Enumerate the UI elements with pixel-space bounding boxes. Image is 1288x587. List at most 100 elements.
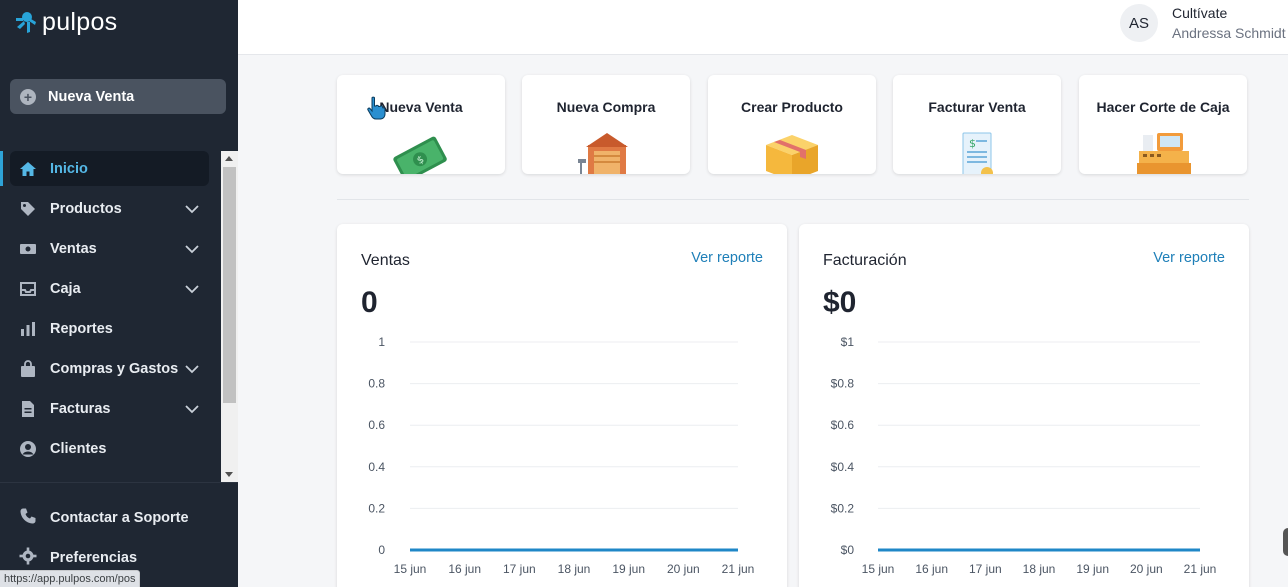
status-url: https://app.pulpos.com/pos xyxy=(0,570,141,587)
sidebar: pulpos + Nueva Venta Inicio Productos Ve… xyxy=(0,0,238,587)
quick-action-label: Nueva Compra xyxy=(556,99,656,115)
sidebar-item-productos[interactable]: Productos xyxy=(0,189,221,229)
sales-card: Ventas Ver reporte 0 0 0.2 0.4 0.6 0.8 1 15 ju… xyxy=(337,224,787,587)
sidebar-item-label: Productos xyxy=(50,201,122,217)
quick-action-invoice-sale[interactable]: Facturar Venta $ xyxy=(893,75,1061,174)
sidebar-item-label: Facturas xyxy=(50,401,111,417)
x-tick-label: 17 jun xyxy=(969,562,1002,576)
pulpos-logo[interactable]: pulpos xyxy=(14,8,117,37)
user-circle-icon xyxy=(19,440,37,458)
organization-name[interactable]: Cultívate xyxy=(1172,5,1227,21)
box-icon xyxy=(766,135,818,174)
quick-action-create-product[interactable]: Crear Producto xyxy=(708,75,876,174)
user-name[interactable]: Andressa Schmidt xyxy=(1172,25,1286,41)
quick-action-label: Crear Producto xyxy=(741,99,843,115)
x-tick-label: 21 jun xyxy=(722,562,755,576)
sidebar-item-ventas[interactable]: Ventas xyxy=(0,229,221,269)
floating-handle[interactable] xyxy=(1283,528,1288,556)
sidebar-item-label: Clientes xyxy=(50,441,107,457)
y-tick-label: 0.8 xyxy=(368,377,385,391)
avatar[interactable]: AS xyxy=(1120,4,1158,42)
x-tick-label: 20 jun xyxy=(1130,562,1163,576)
contact-support-button[interactable]: Contactar a Soporte xyxy=(19,507,189,529)
sidebar-item-reportes[interactable]: Reportes xyxy=(0,309,221,349)
scroll-down-arrow-icon[interactable] xyxy=(225,472,233,477)
money-icon: $ xyxy=(393,136,447,174)
sidebar-nav: Inicio Productos Ventas Caja Reportes Co… xyxy=(0,149,221,482)
quick-action-new-sale[interactable]: Nueva Venta $ xyxy=(337,75,505,174)
chevron-down-icon[interactable] xyxy=(185,202,199,216)
top-header: AS Cultívate Andressa Schmidt xyxy=(238,0,1288,55)
x-tick-label: 17 jun xyxy=(503,562,536,576)
inbox-icon xyxy=(19,280,37,298)
phone-icon xyxy=(19,507,37,529)
sidebar-item-label: Caja xyxy=(50,281,81,297)
x-tick-label: 16 jun xyxy=(448,562,481,576)
x-tick-label: 20 jun xyxy=(667,562,700,576)
document-icon xyxy=(19,400,37,418)
home-icon xyxy=(19,160,37,178)
preferences-label: Preferencias xyxy=(50,550,138,566)
quick-action-label: Facturar Venta xyxy=(928,99,1026,115)
sidebar-item-label: Compras y Gastos xyxy=(50,361,179,377)
y-tick-label: $0.2 xyxy=(831,501,855,515)
chevron-down-icon[interactable] xyxy=(185,282,199,296)
octopus-logo-icon xyxy=(16,11,36,33)
tag-icon xyxy=(19,200,37,218)
sidebar-scrollbar[interactable] xyxy=(221,151,238,482)
contact-support-label: Contactar a Soporte xyxy=(50,510,189,526)
y-tick-label: $1 xyxy=(841,335,855,349)
store-icon xyxy=(578,133,628,174)
x-tick-label: 19 jun xyxy=(1076,562,1109,576)
quick-action-cash-cut[interactable]: Hacer Corte de Caja xyxy=(1079,75,1247,174)
shopping-bag-icon xyxy=(19,360,37,378)
chevron-down-icon[interactable] xyxy=(185,242,199,256)
quick-action-label: Hacer Corte de Caja xyxy=(1096,99,1230,115)
cash-register-icon xyxy=(1137,133,1191,174)
y-tick-label: 0.4 xyxy=(368,460,385,474)
x-tick-label: 21 jun xyxy=(1184,562,1217,576)
x-tick-label: 15 jun xyxy=(862,562,895,576)
sidebar-item-label: Inicio xyxy=(50,161,88,177)
billing-chart: $0 $0.2 $0.4 $0.6 $0.8 $1 15 jun 16 jun 17 jun 18… xyxy=(831,335,1217,576)
x-tick-label: 18 jun xyxy=(558,562,591,576)
y-tick-label: 0 xyxy=(378,543,385,557)
chevron-down-icon[interactable] xyxy=(185,402,199,416)
plus-icon: + xyxy=(20,88,36,105)
cash-icon xyxy=(19,240,37,258)
sidebar-item-clientes[interactable]: Clientes xyxy=(0,429,221,469)
section-divider xyxy=(337,199,1249,200)
quick-action-new-purchase[interactable]: Nueva Compra xyxy=(522,75,690,174)
y-tick-label: $0.8 xyxy=(831,377,855,391)
y-tick-label: 0.2 xyxy=(368,501,385,515)
new-sale-button[interactable]: + Nueva Venta xyxy=(10,79,226,114)
y-tick-label: $0 xyxy=(841,543,855,557)
sidebar-item-caja[interactable]: Caja xyxy=(0,269,221,309)
quick-action-label: Nueva Venta xyxy=(379,99,463,115)
x-tick-label: 15 jun xyxy=(394,562,427,576)
gear-icon xyxy=(19,547,37,569)
invoice-icon: $ xyxy=(962,132,993,174)
sidebar-item-inicio[interactable]: Inicio xyxy=(0,149,221,189)
bar-chart-icon xyxy=(19,320,37,338)
sidebar-item-label: Ventas xyxy=(50,241,97,257)
sidebar-item-facturas[interactable]: Facturas xyxy=(0,389,221,429)
scroll-up-arrow-icon[interactable] xyxy=(225,156,233,161)
logo-text: pulpos xyxy=(42,8,118,36)
svg-text:$: $ xyxy=(969,137,976,150)
x-tick-label: 18 jun xyxy=(1023,562,1056,576)
scroll-thumb[interactable] xyxy=(223,167,236,403)
x-tick-label: 19 jun xyxy=(612,562,645,576)
billing-card: Facturación Ver reporte $0 $0 $0.2 $0.4 $0.… xyxy=(799,224,1249,587)
y-tick-label: $0.4 xyxy=(831,460,855,474)
new-sale-label: Nueva Venta xyxy=(48,88,135,105)
hand-pointer-cursor-icon xyxy=(367,96,386,120)
sidebar-item-compras-y-gastos[interactable]: Compras y Gastos xyxy=(0,349,221,389)
chevron-down-icon[interactable] xyxy=(185,362,199,376)
y-tick-label: 0.6 xyxy=(368,418,385,432)
sales-chart: 0 0.2 0.4 0.6 0.8 1 15 jun 16 jun 17 jun 18 jun 19… xyxy=(368,335,755,576)
x-tick-label: 16 jun xyxy=(915,562,948,576)
preferences-button[interactable]: Preferencias xyxy=(19,547,137,569)
sidebar-item-label: Reportes xyxy=(50,321,113,337)
y-tick-label: 1 xyxy=(378,335,385,349)
